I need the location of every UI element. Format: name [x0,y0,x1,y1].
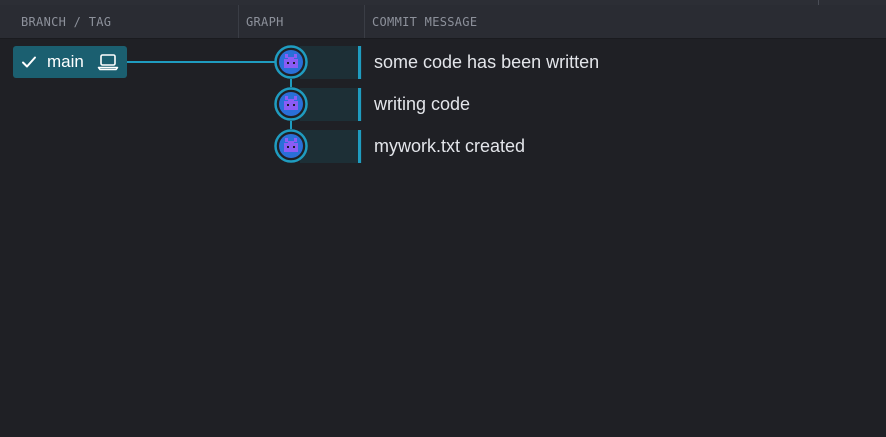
branch-label-main[interactable]: main [13,46,127,78]
commit-row-marker-1 [358,46,361,79]
commit-row-marker-3 [358,130,361,163]
branch-name: main [47,52,84,71]
graph-row-bg-2 [300,88,362,121]
column-header-graph[interactable]: GRAPH [246,5,284,38]
column-header-commit-message[interactable]: COMMIT MESSAGE [372,5,477,38]
column-header-branch-tag[interactable]: BRANCH / TAG [21,5,111,38]
graph-row-bg-3 [300,130,362,163]
author-avatar-icon[interactable] [274,129,308,163]
graph-row-bg-1 [300,46,362,79]
column-resize-handle-2[interactable] [364,5,365,38]
check-icon [22,56,36,68]
commit-message-1[interactable]: some code has been written [374,46,599,79]
column-header-bar: BRANCH / TAG GRAPH COMMIT MESSAGE [0,5,886,39]
commit-message-3[interactable]: mywork.txt created [374,130,525,163]
commit-row-marker-2 [358,88,361,121]
commit-graph-panel: BRANCH / TAG GRAPH COMMIT MESSAGE main s… [0,0,886,437]
laptop-icon [97,54,119,71]
commit-message-2[interactable]: writing code [374,88,470,121]
column-resize-handle-1[interactable] [238,5,239,38]
author-avatar-icon[interactable] [274,87,308,121]
author-avatar-icon[interactable] [274,45,308,79]
